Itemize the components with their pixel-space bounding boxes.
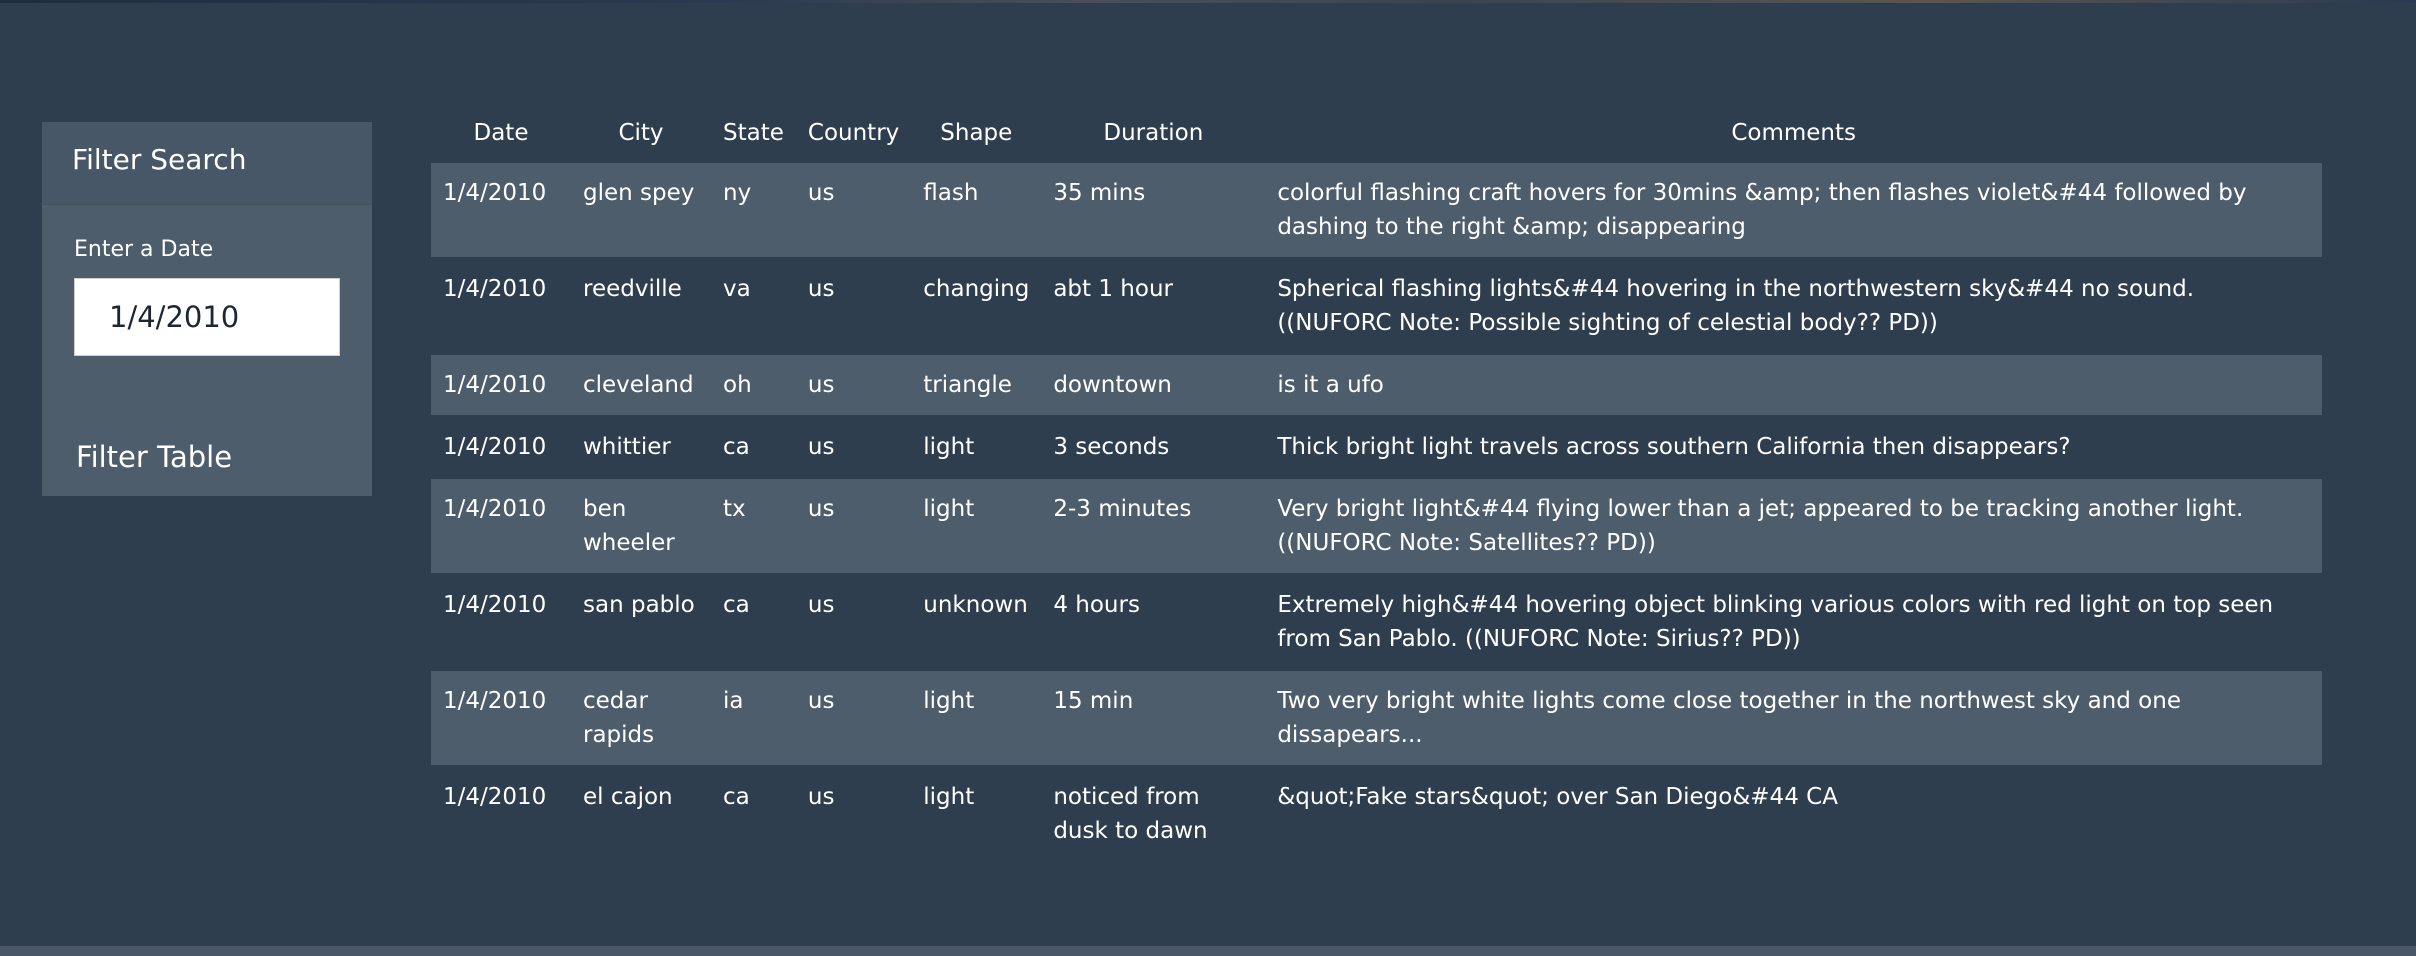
cell-state: va xyxy=(711,257,796,354)
cell-city: el cajon xyxy=(571,765,711,861)
cell-comments: &quot;Fake stars&quot; over San Diego&#4… xyxy=(1265,765,2322,861)
cell-city: san pablo xyxy=(571,573,711,670)
table-row: 1/4/2010 el cajon ca us light noticed from du… xyxy=(431,765,2322,861)
cell-shape: unknown xyxy=(911,573,1042,670)
cell-duration: 2-3 minutes xyxy=(1041,477,1266,574)
cell-country: us xyxy=(795,257,912,354)
ufo-sightings-table: Date City State Country Shape Duration C… xyxy=(431,104,2322,861)
cell-shape: triangle xyxy=(911,353,1042,416)
cell-state: ia xyxy=(711,669,796,766)
cell-country: us xyxy=(795,573,912,670)
cell-city: ben wheeler xyxy=(571,477,711,574)
cell-state: ca xyxy=(711,765,796,861)
cell-comments: Thick bright light travels across southe… xyxy=(1265,415,2322,478)
table-row: 1/4/2010 ben wheeler tx us light 2-3 minutes V… xyxy=(431,477,2322,574)
cell-comments: Very bright light&#44 flying lower than … xyxy=(1265,477,2322,574)
table-header-row: Date City State Country Shape Duration C… xyxy=(431,104,2322,162)
table-row: 1/4/2010 san pablo ca us unknown 4 hours Extre… xyxy=(431,573,2322,670)
filter-panel: Filter Search Enter a Date Filter Table xyxy=(42,122,372,496)
cell-date: 1/4/2010 xyxy=(431,765,571,861)
table-row: 1/4/2010 glen spey ny us flash 35 mins colorfu… xyxy=(431,161,2322,258)
cell-country: us xyxy=(795,415,912,478)
cell-duration: abt 1 hour xyxy=(1041,257,1266,354)
footer-strip xyxy=(0,946,2416,956)
cell-state: ca xyxy=(711,415,796,478)
cell-shape: flash xyxy=(911,161,1042,258)
column-header-comments: Comments xyxy=(1731,119,1856,146)
date-input[interactable] xyxy=(74,278,340,356)
cell-city: cedar rapids xyxy=(571,669,711,766)
cell-comments: Extremely high&#44 hovering object blink… xyxy=(1265,573,2322,670)
cell-date: 1/4/2010 xyxy=(431,573,571,670)
column-header-shape: Shape xyxy=(940,119,1013,146)
cell-city: glen spey xyxy=(571,161,711,258)
column-header-date: Date xyxy=(473,119,529,146)
cell-state: tx xyxy=(711,477,796,574)
cell-city: cleveland xyxy=(571,353,711,416)
table-row: 1/4/2010 cedar rapids ia us light 15 min Two v… xyxy=(431,669,2322,766)
cell-duration: noticed from dusk to dawn xyxy=(1041,765,1266,861)
cell-comments: is it a ufo xyxy=(1265,353,2322,416)
cell-comments: Spherical flashing lights&#44 hovering i… xyxy=(1265,257,2322,354)
cell-country: us xyxy=(795,765,912,861)
cell-city: whittier xyxy=(571,415,711,478)
cell-shape: light xyxy=(911,477,1042,574)
column-header-city: City xyxy=(618,119,664,146)
cell-date: 1/4/2010 xyxy=(431,477,571,574)
cell-country: us xyxy=(795,477,912,574)
cell-duration: 4 hours xyxy=(1041,573,1266,670)
cell-country: us xyxy=(795,161,912,258)
table-body: 1/4/2010 glen spey ny us flash 35 mins colorfu… xyxy=(431,161,2322,861)
cell-date: 1/4/2010 xyxy=(431,161,571,258)
header-image-strip xyxy=(0,0,2416,3)
table-row: 1/4/2010 whittier ca us light 3 seconds Thick … xyxy=(431,415,2322,478)
cell-date: 1/4/2010 xyxy=(431,669,571,766)
cell-duration: 15 min xyxy=(1041,669,1266,766)
cell-city: reedville xyxy=(571,257,711,354)
cell-date: 1/4/2010 xyxy=(431,257,571,354)
cell-comments: Two very bright white lights come close … xyxy=(1265,669,2322,766)
cell-duration: 3 seconds xyxy=(1041,415,1266,478)
filter-panel-title: Filter Search xyxy=(42,122,372,205)
column-header-country: Country xyxy=(807,119,900,146)
cell-duration: 35 mins xyxy=(1041,161,1266,258)
cell-shape: light xyxy=(911,669,1042,766)
table-row: 1/4/2010 cleveland oh us triangle downtown is … xyxy=(431,353,2322,416)
cell-country: us xyxy=(795,669,912,766)
cell-country: us xyxy=(795,353,912,416)
cell-duration: downtown xyxy=(1041,353,1266,416)
cell-state: ny xyxy=(711,161,796,258)
cell-date: 1/4/2010 xyxy=(431,353,571,416)
column-header-duration: Duration xyxy=(1103,119,1204,146)
cell-state: oh xyxy=(711,353,796,416)
cell-shape: light xyxy=(911,415,1042,478)
cell-shape: changing xyxy=(911,257,1042,354)
cell-state: ca xyxy=(711,573,796,670)
date-field-label: Enter a Date xyxy=(74,237,214,262)
table-row: 1/4/2010 reedville va us changing abt 1 hour S… xyxy=(431,257,2322,354)
cell-comments: colorful flashing craft hovers for 30min… xyxy=(1265,161,2322,258)
cell-shape: light xyxy=(911,765,1042,861)
filter-table-button[interactable]: Filter Table xyxy=(76,440,232,474)
cell-date: 1/4/2010 xyxy=(431,415,571,478)
column-header-state: State xyxy=(723,119,784,146)
